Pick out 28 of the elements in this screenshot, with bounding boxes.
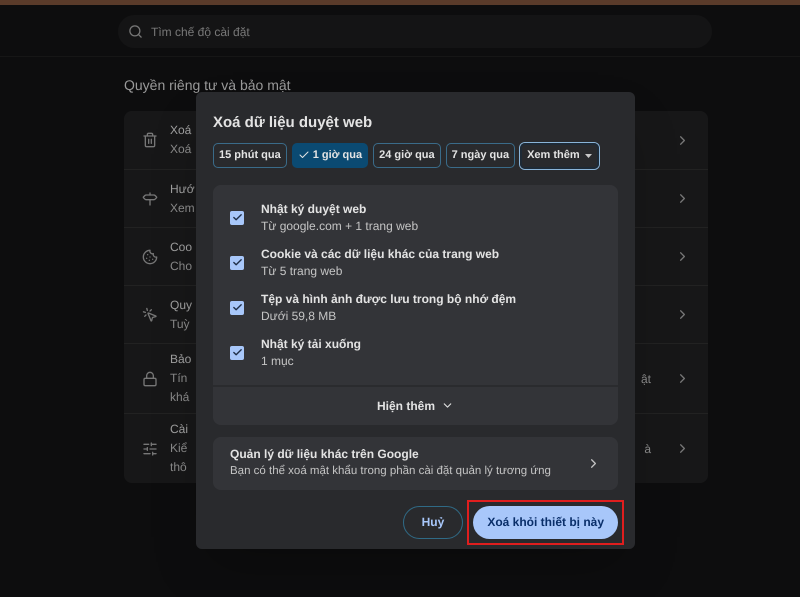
row-title: Cài (170, 421, 190, 438)
data-type-detail: Từ 5 trang web (261, 262, 344, 280)
data-type-detail: Từ google.com + 1 trang web (261, 218, 418, 234)
data-type-title: Nhật ký duyệt web (261, 200, 368, 218)
data-type-title: Nhật ký tải xuống (261, 336, 362, 352)
data-type-title: Cookie và các dữ liệu khác của trang web (261, 246, 500, 262)
data-type-detail: Dưới 59,8 MB (261, 308, 338, 324)
row-description: Xem (170, 200, 194, 216)
card-description: Bạn có thể xoá mật khẩu trong phần cài đặt quản lý tương ứng (230, 464, 552, 479)
row-title: Hướ (170, 180, 194, 198)
row-title: Xoá (170, 122, 192, 139)
row-title: Bảo (170, 351, 192, 368)
row-description: Kiể (170, 440, 188, 457)
row-description: Tuỳ (170, 316, 191, 332)
dialog-title: Xoá dữ liệu duyệt web (213, 113, 374, 133)
row-title: Quy (170, 296, 194, 314)
row-description: à (644, 440, 651, 458)
row-description: thô (170, 459, 188, 476)
card-title: Quản lý dữ liệu khác trên Google (230, 446, 420, 463)
data-type-title: Tệp và hình ảnh được lưu trong bộ nhớ đệm (261, 290, 516, 308)
section-title: Quyền riêng tư và bảo mật (124, 77, 292, 93)
row-description: Xoá (170, 141, 192, 158)
row-description: ật (640, 370, 651, 388)
data-type-detail: 1 mục (261, 352, 295, 370)
row-description: Cho (170, 258, 194, 274)
row-description: Tín (170, 370, 188, 387)
row-description: khá (170, 389, 190, 406)
row-title: Coo (170, 238, 194, 256)
